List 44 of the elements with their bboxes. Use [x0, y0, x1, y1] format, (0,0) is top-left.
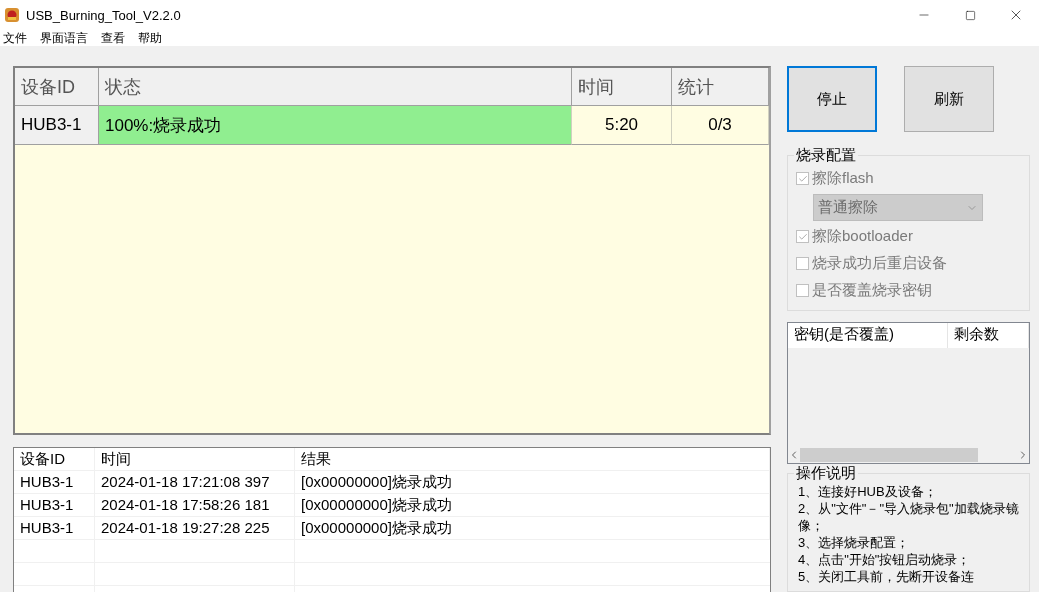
app-icon: [4, 7, 20, 23]
table-cell: [0x00000000]烧录成功: [295, 494, 770, 517]
check-icon: [797, 173, 808, 184]
maximize-icon: [964, 9, 976, 21]
menu-item[interactable]: 查看: [101, 30, 125, 46]
group-title: 操作说明: [795, 464, 857, 483]
column-header: 设备ID: [14, 448, 95, 471]
window-title: USB_Burning_Tool_V2.2.0: [26, 7, 182, 23]
column-header: 时间: [572, 68, 672, 106]
column-header: 时间: [95, 448, 295, 471]
column-header: 设备ID: [15, 68, 99, 106]
stop-button[interactable]: 停止: [787, 66, 877, 132]
checkbox-label: 擦除flash: [812, 169, 874, 188]
column-header: 密钥(是否覆盖): [788, 323, 948, 348]
table-cell: HUB3-1: [14, 517, 95, 540]
instruction-line: 4、点击"开始"按钮启动烧录；: [798, 551, 972, 568]
instruction-line: 5、关闭工具前，先断开设备连: [798, 568, 976, 585]
column-header: 剩余数: [948, 323, 1029, 348]
menu-item[interactable]: 界面语言: [40, 30, 88, 46]
table-cell: [0x00000000]烧录成功: [295, 517, 770, 540]
table-cell: HUB3-1: [14, 494, 95, 517]
table-cell: HUB3-1: [14, 471, 95, 494]
refresh-button[interactable]: 刷新: [904, 66, 994, 132]
check-icon: [797, 231, 808, 242]
checkbox-label: 烧录成功后重启设备: [812, 254, 947, 273]
menu-item[interactable]: 帮助: [138, 30, 162, 46]
column-header: 结果: [295, 448, 770, 471]
instruction-line: 3、选择烧录配置；: [798, 534, 911, 551]
table-cell: 5:20: [572, 106, 672, 145]
menu-item[interactable]: 文件: [3, 30, 27, 46]
table-cell: 0/3: [672, 106, 769, 145]
instruction-line: 2、从"文件"－"导入烧录包"加载烧录镜像；: [798, 500, 1019, 534]
group-title: 烧录配置: [795, 146, 857, 165]
table-cell: [0x00000000]烧录成功: [295, 471, 770, 494]
instruction-line: 1、连接好HUB及设备；: [798, 483, 938, 500]
checkbox-label: 擦除bootloader: [812, 227, 913, 246]
column-header: 状态: [99, 68, 572, 106]
table-cell: 2024-01-18 17:21:08 397: [95, 471, 295, 494]
table-cell: 2024-01-18 17:58:26 181: [95, 494, 295, 517]
checkbox-label: 是否覆盖烧录密钥: [812, 281, 932, 300]
table-cell: 2024-01-18 19:27:28 225: [95, 517, 295, 540]
status-cell: 100%:烧录成功: [99, 106, 572, 145]
column-header: 统计: [672, 68, 769, 106]
table-cell: HUB3-1: [15, 106, 99, 145]
